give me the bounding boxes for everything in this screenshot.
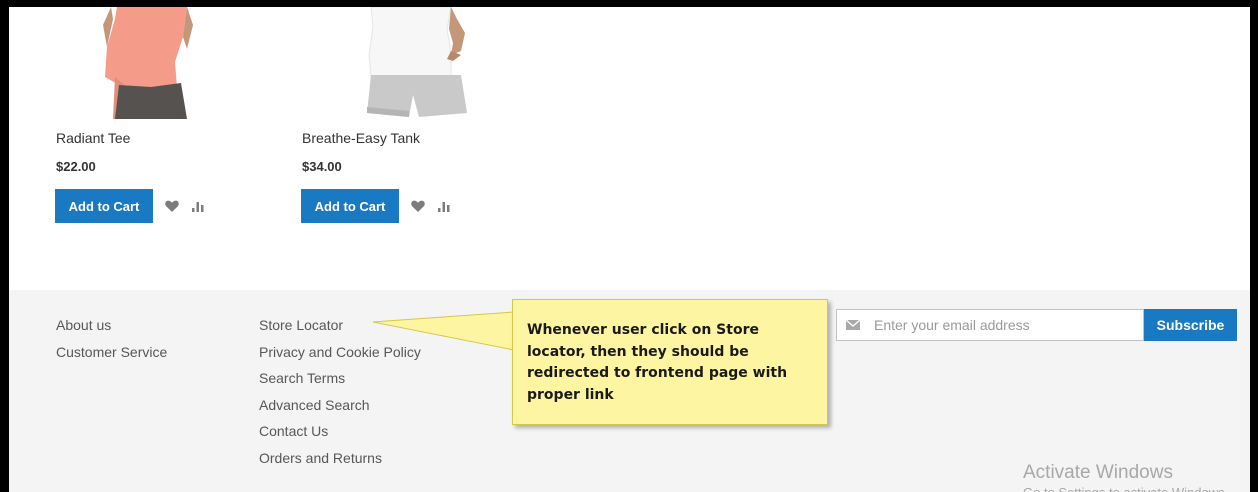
- product-price: $22.00: [56, 159, 96, 174]
- product-price: $34.00: [302, 159, 342, 174]
- frame-border-right: [1250, 0, 1258, 492]
- annotation-callout: Whenever user click on Store locator, th…: [512, 299, 828, 425]
- product-image-radiant-tee[interactable]: [55, 7, 255, 119]
- add-to-cart-button[interactable]: Add to Cart: [55, 189, 153, 223]
- frame-border-top: [0, 0, 1258, 7]
- footer-links-column: Store Locator Privacy and Cookie Policy …: [259, 312, 421, 471]
- page-content: Radiant Tee $22.00 Add to Cart Breathe-E…: [9, 7, 1250, 492]
- footer-link-privacy-policy[interactable]: Privacy and Cookie Policy: [259, 339, 421, 366]
- activate-windows-watermark: Activate Windows Go to Settings to activ…: [1023, 462, 1228, 492]
- watermark-title: Activate Windows: [1023, 462, 1173, 483]
- newsletter-email-field[interactable]: [836, 309, 1144, 341]
- subscribe-button[interactable]: Subscribe: [1144, 309, 1237, 341]
- footer-link-orders-returns[interactable]: Orders and Returns: [259, 445, 421, 472]
- footer-link-advanced-search[interactable]: Advanced Search: [259, 392, 421, 419]
- newsletter-email-input[interactable]: [874, 317, 1143, 333]
- add-to-cart-button[interactable]: Add to Cart: [301, 189, 399, 223]
- product-name[interactable]: Radiant Tee: [56, 130, 130, 146]
- watermark-subtitle: Go to Settings to activate Windows.: [1023, 484, 1228, 492]
- screenshot-frame: Radiant Tee $22.00 Add to Cart Breathe-E…: [0, 0, 1258, 492]
- product-name[interactable]: Breathe-Easy Tank: [302, 130, 420, 146]
- product-image-breathe-easy-tank[interactable]: [301, 7, 501, 119]
- heart-icon[interactable]: [411, 200, 425, 212]
- footer-link-customer-service[interactable]: Customer Service: [56, 339, 167, 366]
- heart-icon[interactable]: [165, 200, 179, 212]
- footer-link-store-locator[interactable]: Store Locator: [259, 312, 421, 339]
- footer-link-about-us[interactable]: About us: [56, 312, 167, 339]
- newsletter-form: Subscribe: [836, 309, 1238, 341]
- footer-link-search-terms[interactable]: Search Terms: [259, 365, 421, 392]
- compare-icon[interactable]: [191, 200, 205, 212]
- compare-icon[interactable]: [437, 200, 451, 212]
- footer-links-column: About us Customer Service: [56, 312, 167, 365]
- frame-border-left: [0, 0, 9, 492]
- footer-link-contact-us[interactable]: Contact Us: [259, 418, 421, 445]
- envelope-icon: [846, 320, 860, 330]
